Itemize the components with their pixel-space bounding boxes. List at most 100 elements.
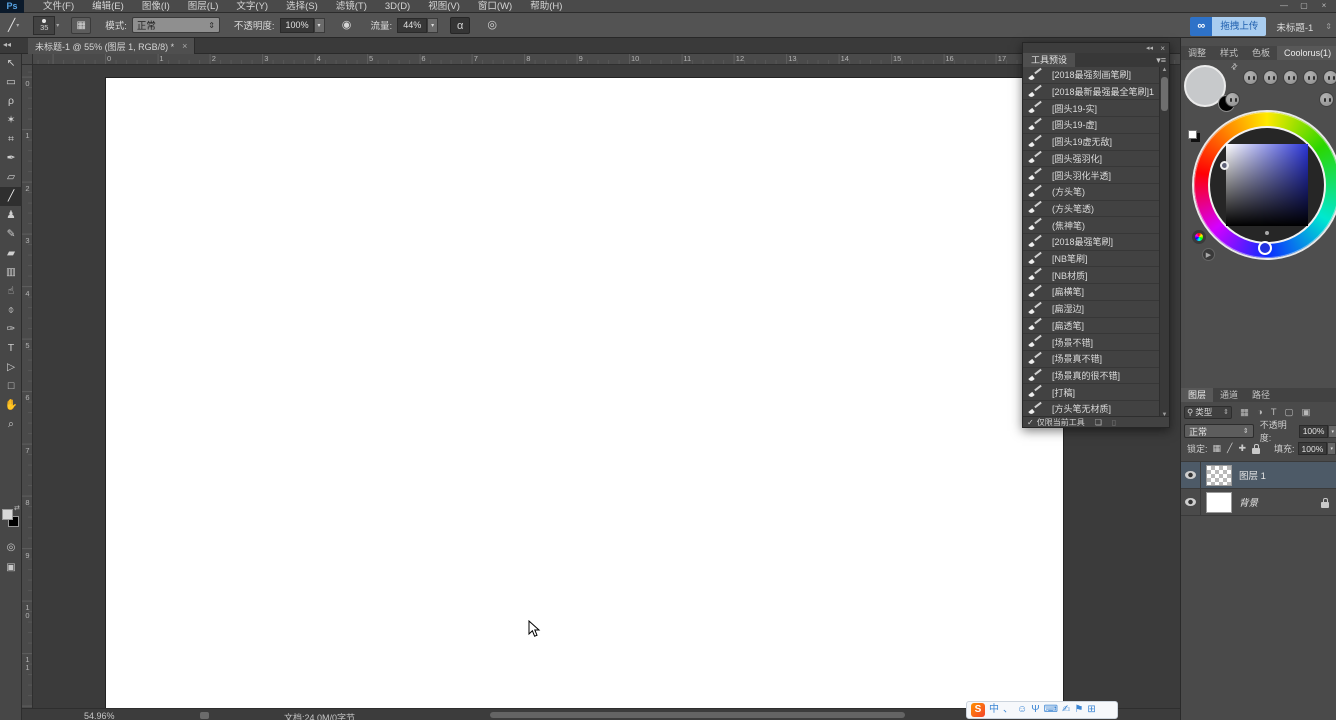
panel-drag-bar[interactable]: ◂◂ × [1023,43,1169,53]
color-wheel-mode-icon[interactable] [1192,230,1206,244]
preset-item[interactable]: [扁湿边] [1023,301,1161,318]
opacity-dropdown-button[interactable]: ▾ [1328,424,1336,438]
panel-menu-icon[interactable]: ▾≡ [1156,55,1166,66]
keyboard-icon[interactable]: ⌨ [1044,702,1058,718]
chinese-mode-icon[interactable]: 中 [989,702,999,718]
smart-object-filter-icon[interactable]: ▣ [1302,407,1311,418]
preset-item[interactable]: [场景真的很不错] [1023,368,1161,385]
harmony-knob[interactable] [1319,92,1334,107]
window-control-button[interactable]: × [1314,0,1334,11]
document-canvas[interactable] [105,77,1064,720]
brush-picker-caret-icon[interactable]: ▾ [56,22,59,29]
flow-dropdown-button[interactable]: ▾ [427,17,439,33]
opacity-input[interactable]: 100% [279,17,314,33]
document-tab[interactable]: 未标题-1 @ 55% (图层 1, RGB/8) * × [28,38,196,54]
preset-item[interactable]: [NB笔刷] [1023,251,1161,268]
mic-icon[interactable]: Ψ [1031,702,1039,718]
type-filter-icon[interactable]: T [1271,407,1277,418]
layer-fill-input[interactable]: 100% [1297,442,1328,455]
skin-icon[interactable]: ⚑ [1074,702,1083,718]
filter-type-select[interactable]: ⚲ 类型 ⇕ [1184,405,1232,419]
path-selection-tool[interactable]: ▷ [0,358,22,377]
current-tool-only-checkbox[interactable]: ✓ [1027,418,1034,427]
shape-tool[interactable]: □ [0,377,22,396]
zcool-logo-icon[interactable]: ∞ [1190,17,1213,36]
harmony-knob[interactable] [1323,70,1336,85]
dodge-tool[interactable]: ⌽ [0,301,22,320]
zoom-level-value[interactable]: 54.96% [84,711,115,720]
flow-input[interactable]: 44% [397,17,428,33]
preset-item[interactable]: [NB材质] [1023,267,1161,285]
preset-item[interactable]: [2018最新最强最全笔刷]1 [1023,84,1161,101]
preset-item[interactable]: (方头笔) [1023,184,1161,201]
swap-colors-icon[interactable]: ⇄ [1229,61,1240,72]
dock-tab[interactable]: 样式 [1213,46,1245,60]
swap-colors-icon[interactable]: ⇄ [14,504,20,512]
default-colors-icon[interactable] [1188,130,1197,139]
menu-item[interactable]: 文字(Y) [227,0,277,13]
harmony-knob[interactable] [1263,70,1278,85]
type-tool[interactable]: T [0,339,22,358]
tablet-pressure-size-icon[interactable]: ◎ [482,17,502,34]
preset-item[interactable]: [场景不错] [1023,334,1161,351]
brush-tool[interactable]: ╱ [0,187,22,206]
menu-item[interactable]: 图像(I) [133,0,179,13]
toolbox-icon[interactable]: ⊞ [1087,702,1095,718]
lock-paint-icon[interactable]: ╱ [1227,443,1232,454]
menu-item[interactable]: 窗口(W) [469,0,521,13]
preset-item[interactable]: [2018最强刻画笔刷] [1023,67,1161,84]
harmony-knob[interactable] [1303,70,1318,85]
hue-marker[interactable] [1258,241,1272,255]
preset-item[interactable]: [扁横笔] [1023,284,1161,301]
eraser-tool[interactable]: ▰ [0,244,22,263]
preset-scrollbar[interactable]: ▲ ▼ [1159,67,1169,418]
tablet-pressure-opacity-icon[interactable]: ◉ [337,17,357,34]
fill-dropdown-button[interactable]: ▾ [1327,442,1336,455]
preset-item[interactable]: [圆头强羽化] [1023,151,1161,168]
handwriting-icon[interactable]: ✍ [1062,702,1070,718]
preset-item[interactable]: [场景真不错] [1023,351,1161,368]
preset-item[interactable]: (焦神笔) [1023,217,1161,235]
saturation-value-square[interactable] [1226,144,1308,226]
preset-item[interactable]: [圆头19-虚] [1023,117,1161,134]
sv-cursor-icon[interactable] [1220,161,1229,170]
harmony-knob[interactable] [1243,70,1258,85]
dock-tab[interactable]: 调整 [1181,46,1213,60]
preset-item[interactable]: [圆头羽化半透] [1023,167,1161,184]
horizontal-scrollbar-thumb[interactable] [490,712,905,718]
preset-item[interactable]: [打稿] [1023,384,1161,402]
window-control-button[interactable]: — [1274,0,1294,11]
lock-position-icon[interactable]: ✚ [1238,443,1246,454]
drag-upload-button[interactable]: 拖拽上传 [1212,17,1267,36]
layers-tab[interactable]: 通道 [1213,388,1245,402]
shape-filter-icon[interactable]: ▢ [1285,407,1294,418]
menu-item[interactable]: 图层(L) [179,0,228,13]
menu-item[interactable]: 3D(D) [376,0,419,13]
crop-tool[interactable]: ⌗ [0,130,22,149]
smudge-tool[interactable]: ☝ [0,282,22,301]
gradient-tool[interactable]: ▥ [0,263,22,282]
scroll-up-icon[interactable]: ▲ [1160,67,1169,73]
color-wheel[interactable] [1194,112,1336,258]
tool-preset-caret-icon[interactable]: ▾ [16,22,19,29]
preset-item[interactable]: (方头笔透) [1023,201,1161,218]
pixel-filter-icon[interactable]: ▦ [1240,407,1249,418]
harmony-knob[interactable] [1225,92,1240,107]
menu-item[interactable]: 文件(F) [34,0,83,13]
adjustment-filter-icon[interactable]: ◑ [1257,407,1263,418]
airbrush-toggle-icon[interactable]: α [450,16,471,34]
foreground-color-swatch[interactable] [2,509,13,520]
play-icon[interactable]: ▶ [1202,248,1215,261]
lasso-tool[interactable]: ρ [0,92,22,111]
pen-tool[interactable]: ✑ [0,320,22,339]
screen-mode-button[interactable]: ▣ [0,562,22,578]
preset-item[interactable]: [2018最强笔刷] [1023,234,1161,251]
move-tool[interactable]: ↖ [0,54,22,73]
window-control-button[interactable]: ▢ [1294,0,1314,11]
sogou-logo[interactable]: S [971,703,985,717]
blend-mode-select[interactable]: 正常 ⇕ [131,17,220,33]
lock-all-icon[interactable] [1252,443,1260,454]
dock-tab[interactable]: Coolorus(1) [1277,46,1336,60]
magic-wand-tool[interactable]: ✶ [0,111,22,130]
tab-tool-presets[interactable]: 工具预设 [1023,53,1076,67]
